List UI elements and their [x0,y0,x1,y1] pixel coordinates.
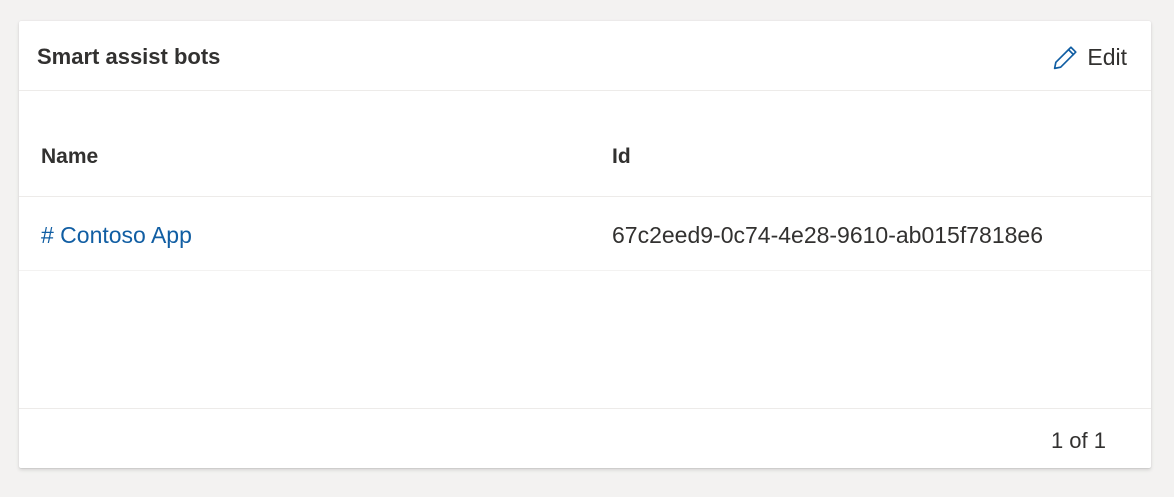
smart-assist-bots-card: Smart assist bots Edit Name Id # Contoso… [19,21,1151,468]
edit-button[interactable]: Edit [1051,41,1127,73]
card-header: Smart assist bots Edit [19,21,1151,91]
column-header-name[interactable]: Name [41,143,98,171]
bots-table: Name Id # Contoso App 67c2eed9-0c74-4e28… [19,91,1151,271]
table-header-row: Name Id [19,91,1151,197]
bot-name-link[interactable]: # Contoso App [41,221,192,249]
pagination-status: 1 of 1 [1050,428,1106,453]
table-row[interactable]: # Contoso App 67c2eed9-0c74-4e28-9610-ab… [19,197,1151,271]
card-footer: 1 of 1 [19,408,1151,468]
edit-button-label: Edit [1087,43,1127,70]
column-header-id[interactable]: Id [612,143,631,171]
card-title: Smart assist bots [37,44,221,69]
bot-id: 67c2eed9-0c74-4e28-9610-ab015f7818e6 [612,222,1043,248]
pencil-icon [1051,43,1080,72]
